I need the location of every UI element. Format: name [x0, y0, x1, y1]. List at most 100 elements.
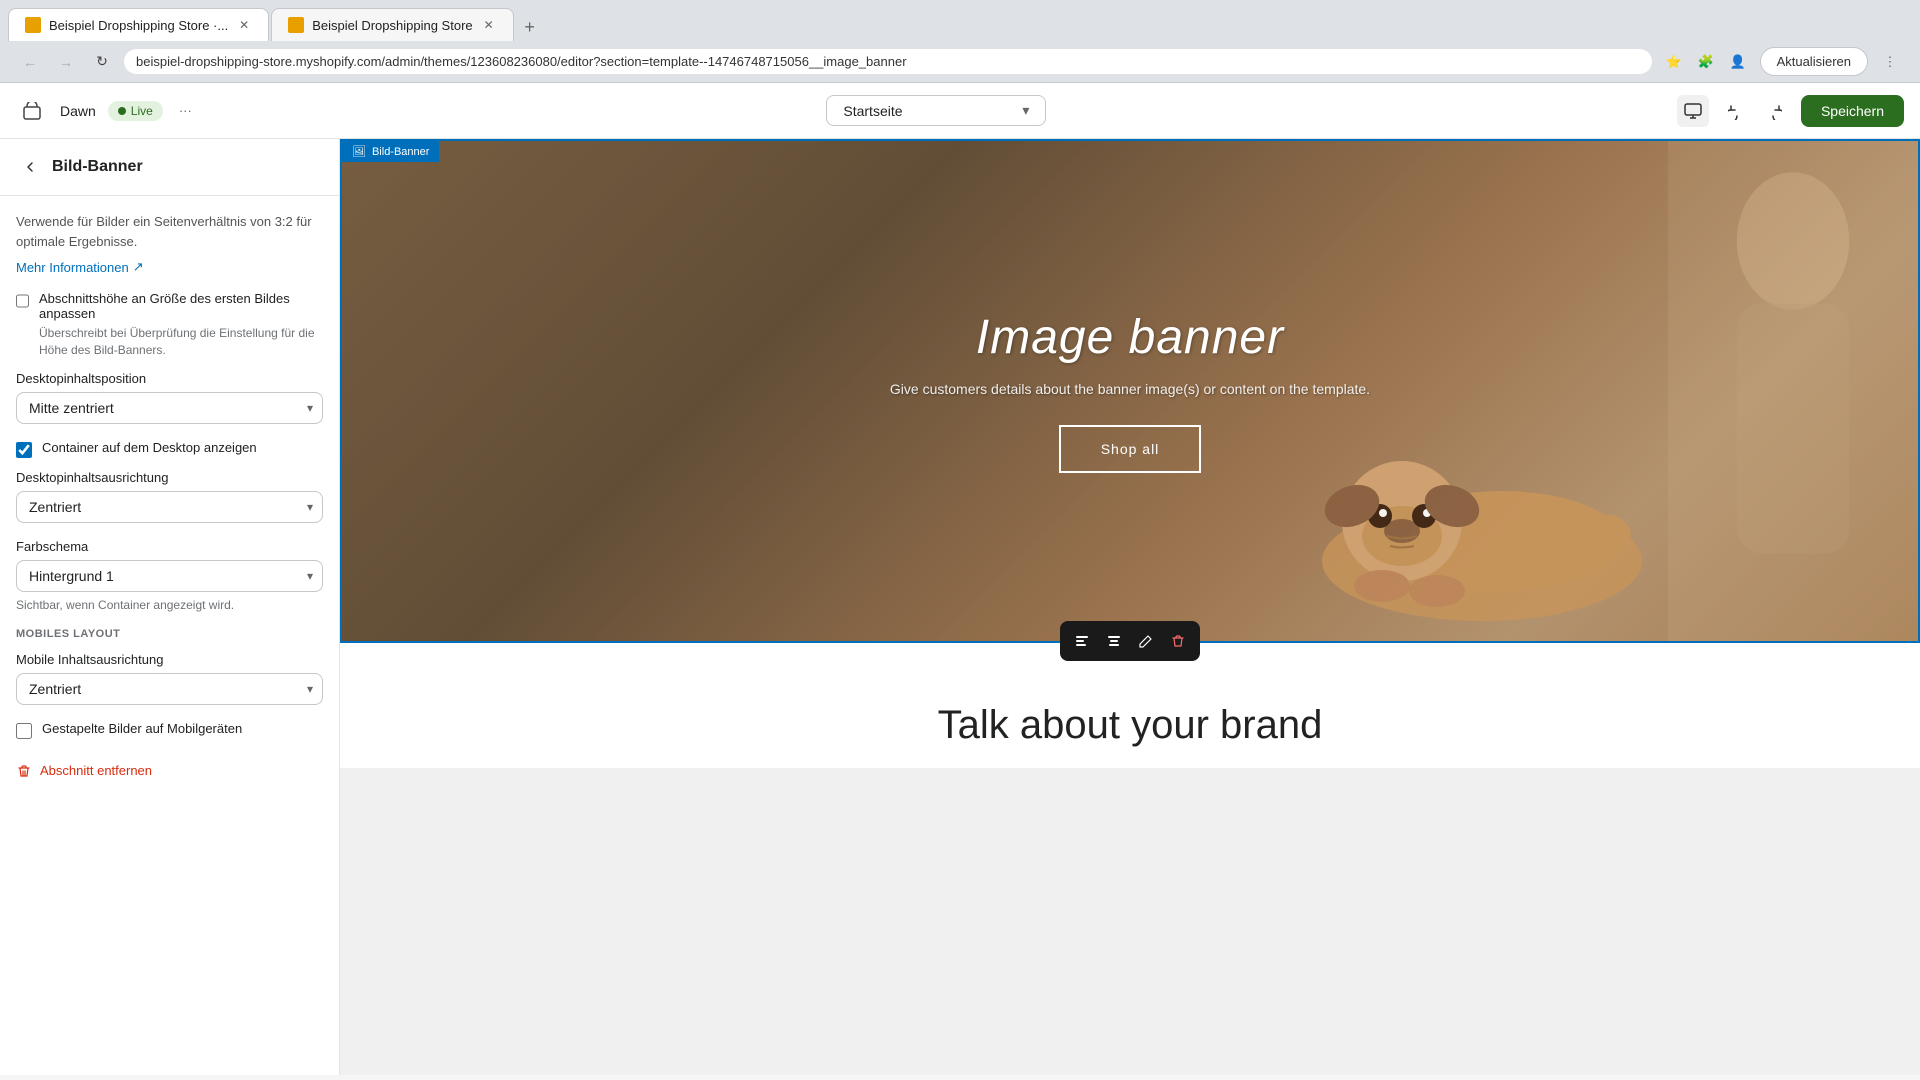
toolbar-edit-button[interactable] [1132, 627, 1160, 655]
main-content: Bild-Banner Verwende für Bilder ein Seit… [0, 139, 1920, 1075]
banner-subtitle: Give customers details about the banner … [890, 381, 1370, 397]
color-schema-select-wrapper: Hintergrund 1 Hintergrund 2 Akzent 1 Akz… [16, 560, 323, 592]
shop-all-button[interactable]: Shop all [1059, 425, 1202, 473]
toolbar-align-left-button[interactable] [1068, 627, 1096, 655]
view-toggle [1677, 95, 1709, 127]
redo-button[interactable] [1757, 95, 1789, 127]
desktop-position-select-wrapper: Mitte zentriert Links Rechts ▾ [16, 392, 323, 424]
home-button[interactable] [16, 95, 48, 127]
desktop-position-label: Desktopinhaltsposition [16, 371, 323, 386]
theme-name: Dawn [60, 103, 96, 119]
live-dot [118, 107, 126, 115]
section-height-checkbox[interactable] [16, 293, 29, 309]
tab-active[interactable]: Beispiel Dropshipping Store ·... ✕ [8, 8, 269, 41]
more-info-link[interactable]: Mehr Informationen ↗ [16, 259, 144, 275]
undo-redo-group [1721, 95, 1789, 127]
desktop-position-group: Desktopinhaltsposition Mitte zentriert L… [16, 371, 323, 424]
topbar-center: Startseite ▾ [208, 95, 1665, 126]
brand-section: Talk about your brand [340, 643, 1920, 768]
sidebar: Bild-Banner Verwende für Bilder ein Seit… [0, 139, 340, 1075]
browser-more-button[interactable]: ⋮ [1876, 48, 1904, 76]
topbar: Dawn Live ··· Startseite ▾ [0, 83, 1920, 139]
mobile-layout-heading: MOBILES LAYOUT [16, 628, 323, 640]
bookmark-icon[interactable]: ⭐ [1660, 48, 1688, 76]
sidebar-title: Bild-Banner [52, 158, 143, 176]
preview-area: 🖼 Bild-Banner [340, 139, 1920, 1075]
theme-more-button[interactable]: ··· [175, 99, 196, 122]
desktop-alignment-group: Desktopinhaltsausrichtung Zentriert Link… [16, 470, 323, 523]
person-illustration [1543, 141, 1918, 641]
address-input[interactable] [124, 49, 1652, 74]
delete-section-label: Abschnitt entfernen [40, 763, 152, 778]
mobile-alignment-select-wrapper: Zentriert Links Rechts ▾ [16, 673, 323, 705]
tab-label-2: Beispiel Dropshipping Store [312, 18, 472, 33]
tab-label: Beispiel Dropshipping Store ·... [49, 18, 228, 33]
brand-title: Talk about your brand [380, 703, 1880, 748]
mobile-alignment-select[interactable]: Zentriert Links Rechts [16, 673, 323, 705]
external-link-icon: ↗ [133, 259, 144, 275]
new-tab-button[interactable]: + [516, 13, 544, 41]
stacked-images-checkbox-group: Gestapelte Bilder auf Mobilgeräten [16, 721, 323, 739]
mobile-alignment-label: Mobile Inhaltsausrichtung [16, 652, 323, 667]
tab-close-btn[interactable]: ✕ [236, 17, 252, 33]
topbar-right: Speichern [1677, 95, 1904, 127]
tab-favicon [25, 17, 41, 33]
app-shell: Dawn Live ··· Startseite ▾ [0, 83, 1920, 1075]
color-schema-label: Farbschema [16, 539, 323, 554]
section-height-label[interactable]: Abschnittshöhe an Größe des ersten Bilde… [39, 291, 290, 321]
reload-button[interactable]: ↻ [88, 48, 116, 76]
undo-button[interactable] [1721, 95, 1753, 127]
preview-inner: 🖼 Bild-Banner [340, 139, 1920, 1075]
extension-icon[interactable]: 🧩 [1692, 48, 1720, 76]
browser-chrome: Beispiel Dropshipping Store ·... ✕ Beisp… [0, 0, 1920, 83]
color-schema-group: Farbschema Hintergrund 1 Hintergrund 2 A… [16, 539, 323, 612]
chevron-down-icon: ▾ [1022, 102, 1029, 119]
desktop-alignment-select[interactable]: Zentriert Links Rechts [16, 491, 323, 523]
show-container-label[interactable]: Container auf dem Desktop anzeigen [42, 440, 257, 455]
toolbar-align-center-button[interactable] [1100, 627, 1128, 655]
sidebar-body: Verwende für Bilder ein Seitenverhältnis… [0, 196, 339, 807]
page-selector-label: Startseite [843, 103, 902, 119]
color-schema-select[interactable]: Hintergrund 1 Hintergrund 2 Akzent 1 Akz… [16, 560, 323, 592]
stacked-images-label[interactable]: Gestapelte Bilder auf Mobilgeräten [42, 721, 242, 736]
desktop-position-select[interactable]: Mitte zentriert Links Rechts [16, 392, 323, 424]
banner-image-background: Image banner Give customers details abou… [342, 141, 1918, 641]
mobile-alignment-group: Mobile Inhaltsausrichtung Zentriert Link… [16, 652, 323, 705]
delete-section-button[interactable]: Abschnitt entfernen [16, 751, 323, 791]
desktop-alignment-label: Desktopinhaltsausrichtung [16, 470, 323, 485]
tab-bar: Beispiel Dropshipping Store ·... ✕ Beisp… [0, 0, 1920, 41]
info-text: Verwende für Bilder ein Seitenverhältnis… [16, 212, 323, 251]
topbar-left: Dawn Live ··· [16, 95, 196, 127]
stacked-images-checkbox[interactable] [16, 723, 32, 739]
section-height-checkbox-group: Abschnittshöhe an Größe des ersten Bilde… [16, 291, 323, 359]
banner-label-text: Bild-Banner [372, 146, 429, 158]
banner-section[interactable]: 🖼 Bild-Banner [340, 139, 1920, 643]
desktop-view-button[interactable] [1677, 95, 1709, 127]
page-selector[interactable]: Startseite ▾ [826, 95, 1046, 126]
trash-icon [16, 763, 32, 779]
floating-toolbar [1060, 621, 1200, 661]
color-schema-hint: Sichtbar, wenn Container angezeigt wird. [16, 598, 323, 612]
desktop-alignment-select-wrapper: Zentriert Links Rechts ▾ [16, 491, 323, 523]
tab-inactive[interactable]: Beispiel Dropshipping Store ✕ [271, 8, 513, 41]
image-icon: 🖼 [352, 145, 366, 158]
speichern-button[interactable]: Speichern [1801, 95, 1904, 127]
tab-favicon-2 [288, 17, 304, 33]
banner-title: Image banner [890, 310, 1370, 365]
live-badge: Live [108, 101, 163, 121]
show-container-checkbox[interactable] [16, 442, 32, 458]
browser-actions: ⭐ 🧩 👤 [1660, 48, 1752, 76]
show-container-checkbox-group: Container auf dem Desktop anzeigen [16, 440, 323, 458]
toolbar-delete-button[interactable] [1164, 627, 1192, 655]
section-height-desc: Überschreibt bei Überprüfung die Einstel… [39, 325, 323, 359]
sidebar-back-button[interactable] [16, 153, 44, 181]
forward-nav-button[interactable]: → [52, 48, 80, 76]
tab-close-btn-2[interactable]: ✕ [481, 17, 497, 33]
address-bar: ← → ↻ ⭐ 🧩 👤 Aktualisieren ⋮ [0, 41, 1920, 82]
profile-icon[interactable]: 👤 [1724, 48, 1752, 76]
banner-label: 🖼 Bild-Banner [342, 141, 439, 162]
aktualisieren-button[interactable]: Aktualisieren [1760, 47, 1868, 76]
banner-content: Image banner Give customers details abou… [890, 310, 1370, 473]
back-nav-button[interactable]: ← [16, 48, 44, 76]
live-label: Live [131, 104, 153, 118]
